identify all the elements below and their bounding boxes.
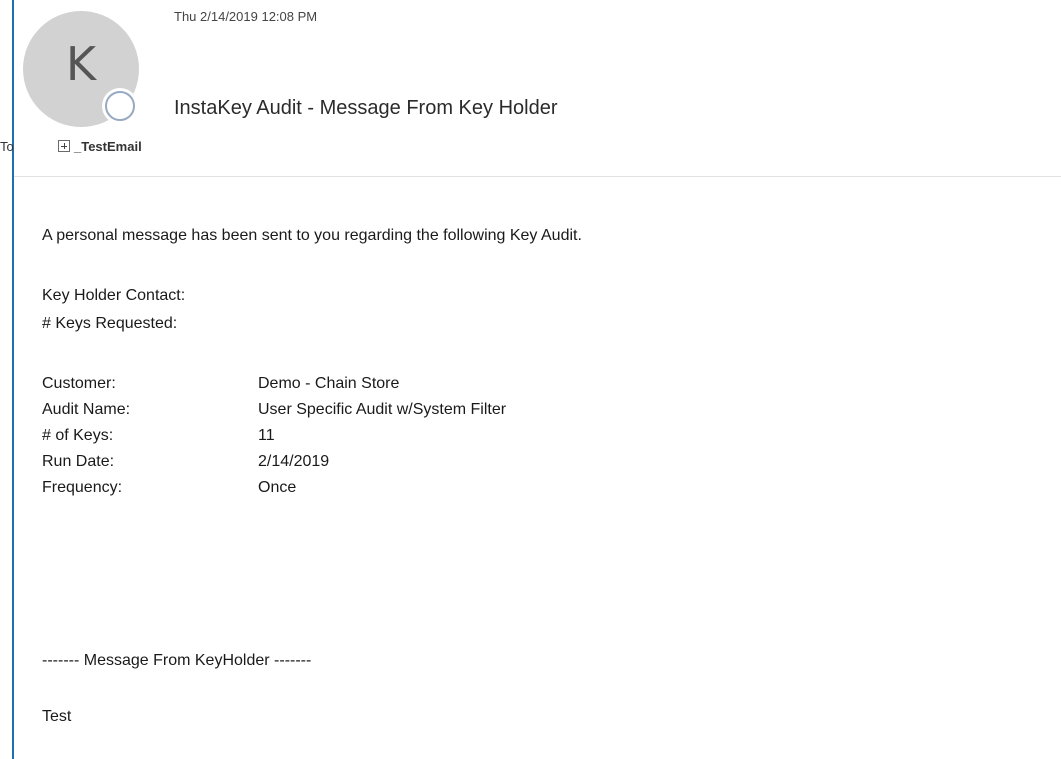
run-date-value: 2/14/2019 — [258, 453, 330, 470]
customer-value: Demo - Chain Store — [258, 375, 400, 392]
avatar-initial: K — [65, 37, 97, 91]
audit-name-label: Audit Name: — [42, 401, 131, 418]
audit-name-value: User Specific Audit w/System Filter — [258, 401, 507, 418]
presence-status-icon — [105, 91, 135, 121]
personal-message: Test — [42, 708, 72, 725]
message-separator: ------- Message From KeyHolder ------- — [42, 652, 312, 669]
run-date-label: Run Date: — [42, 453, 115, 470]
keys-requested-label: # Keys Requested: — [42, 315, 178, 332]
expand-plus-icon[interactable] — [58, 140, 70, 152]
num-keys-value: 11 — [258, 427, 275, 444]
customer-label: Customer: — [42, 375, 116, 392]
frequency-value: Once — [258, 479, 297, 496]
message-date: Thu 2/14/2019 12:08 PM — [174, 9, 318, 24]
recipient-group[interactable]: _TestEmail — [74, 139, 142, 154]
num-keys-label: # of Keys: — [42, 427, 114, 444]
reading-pane-left-border — [12, 0, 14, 759]
frequency-label: Frequency: — [42, 479, 123, 496]
message-subject: InstaKey Audit - Message From Key Holder — [174, 97, 558, 119]
intro-text: A personal message has been sent to you … — [42, 227, 582, 244]
to-label: To — [0, 139, 14, 154]
header-divider — [14, 176, 1061, 177]
key-holder-contact-label: Key Holder Contact: — [42, 287, 186, 304]
